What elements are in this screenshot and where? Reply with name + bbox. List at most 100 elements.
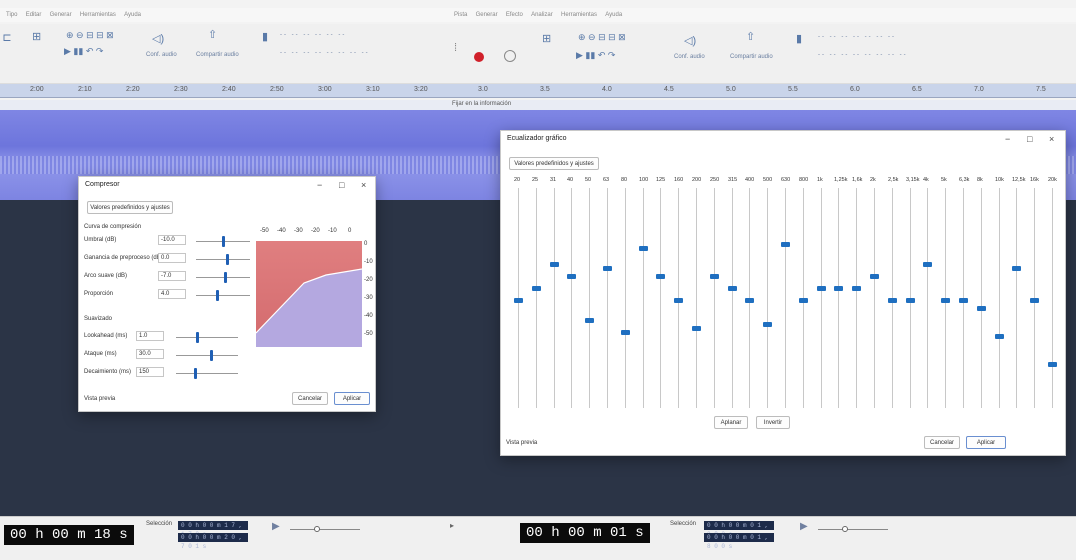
eq-band-slider[interactable] [977, 306, 986, 311]
menu-item[interactable]: Generar [50, 8, 72, 22]
eq-band-slider[interactable] [1012, 266, 1021, 271]
lookahead-input[interactable]: 1.0 [136, 331, 164, 341]
speed-slider[interactable] [290, 526, 360, 532]
eq-band-track[interactable] [838, 188, 839, 408]
eq-band-track[interactable] [660, 188, 661, 408]
zoom-icon[interactable]: ⊞ [542, 32, 551, 45]
eq-band-slider[interactable] [799, 298, 808, 303]
eq-band-track[interactable] [1016, 188, 1017, 408]
presets-button[interactable]: Valores predefinidos y ajustes [87, 201, 173, 214]
lookahead-slider[interactable] [176, 332, 238, 343]
selection-start-field[interactable]: 0 0 h 0 0 m 0 1 , 2 8 2 s [704, 521, 774, 538]
eq-band-slider[interactable] [817, 286, 826, 291]
eq-band-slider[interactable] [656, 274, 665, 279]
eq-band-slider[interactable] [995, 334, 1004, 339]
gain-slider[interactable] [196, 254, 250, 265]
play-controls-icon[interactable]: ▶ ▮▮ ↶ ↷ [576, 50, 615, 61]
attack-input[interactable]: 30.0 [136, 349, 164, 359]
release-input[interactable]: 150 [136, 367, 164, 377]
eq-band-slider[interactable] [1030, 298, 1039, 303]
eq-band-slider[interactable] [728, 286, 737, 291]
share-label[interactable]: Compartir audio [196, 52, 239, 58]
gain-input[interactable]: 0.0 [158, 253, 186, 263]
eq-band-track[interactable] [696, 188, 697, 408]
edit-tools-icon[interactable]: ⊕ ⊖ ⊟ ⊟ ⊠ [578, 32, 626, 43]
timeline-ruler[interactable]: 2:00 2:10 2:20 2:30 2:40 2:50 3:00 3:10 … [0, 84, 448, 98]
menu-item[interactable]: Pista [454, 8, 467, 22]
meter-icon[interactable]: ▮ [796, 32, 802, 45]
eq-band-slider[interactable] [834, 286, 843, 291]
share-icon[interactable]: ⇧ [746, 30, 755, 43]
presets-button[interactable]: Valores predefinidos y ajustes [509, 157, 599, 170]
knee-slider[interactable] [196, 272, 250, 283]
maximize-icon[interactable]: □ [1027, 134, 1032, 144]
loop-icon[interactable] [504, 50, 516, 62]
minimize-icon[interactable]: − [1005, 134, 1010, 144]
eq-band-slider[interactable] [941, 298, 950, 303]
timeline-ruler[interactable]: 3.0 3.5 4.0 4.5 5.0 5.5 6.0 6.5 7.0 7.5 [448, 84, 1076, 98]
menu-item[interactable]: Generar [476, 8, 498, 22]
eq-band-slider[interactable] [888, 298, 897, 303]
play-at-speed-icon[interactable]: ▶ [800, 521, 814, 535]
time-display[interactable]: 00 h 00 m 18 s [4, 525, 134, 545]
maximize-icon[interactable]: □ [339, 180, 344, 190]
eq-band-track[interactable] [571, 188, 572, 408]
eq-band-slider[interactable] [603, 266, 612, 271]
eq-band-track[interactable] [999, 188, 1000, 408]
preview-button[interactable]: Vista previa [84, 392, 124, 405]
share-icon[interactable]: ⇧ [208, 28, 217, 41]
time-display[interactable]: 00 h 00 m 01 s [520, 523, 650, 543]
eq-band-slider[interactable] [532, 286, 541, 291]
selection-start-field[interactable]: 0 0 h 0 0 m 1 7 , 1 7 2 s [178, 521, 248, 538]
eq-band-slider[interactable] [870, 274, 879, 279]
eq-band-track[interactable] [732, 188, 733, 408]
edit-tools-icon[interactable]: ⊕ ⊖ ⊟ ⊟ ⊠ [66, 30, 114, 41]
eq-band-track[interactable] [981, 188, 982, 408]
apply-button[interactable]: Aplicar [334, 392, 370, 405]
eq-band-slider[interactable] [763, 322, 772, 327]
eq-band-slider[interactable] [781, 242, 790, 247]
threshold-slider[interactable] [196, 236, 250, 247]
knee-input[interactable]: -7.0 [158, 271, 186, 281]
volume-icon[interactable]: ◁) [684, 34, 696, 47]
menu-item[interactable]: Herramientas [561, 8, 597, 22]
record-icon[interactable] [474, 52, 484, 62]
apply-button[interactable]: Aplicar [966, 436, 1006, 449]
clip-header[interactable] [0, 100, 448, 110]
threshold-input[interactable]: -10.0 [158, 235, 186, 245]
share-label[interactable]: Compartir audio [730, 54, 773, 60]
eq-band-slider[interactable] [906, 298, 915, 303]
eq-band-slider[interactable] [959, 298, 968, 303]
eq-band-slider[interactable] [514, 298, 523, 303]
eq-band-track[interactable] [714, 188, 715, 408]
audio-setup-label[interactable]: Conf. audio [146, 52, 177, 58]
eq-band-track[interactable] [856, 188, 857, 408]
eq-band-slider[interactable] [710, 274, 719, 279]
meter-icon[interactable]: ▮ [262, 30, 268, 43]
selection-end-field[interactable]: 0 0 h 0 0 m 0 1 , 8 0 0 s [704, 533, 774, 550]
preview-button[interactable]: Vista previa [506, 436, 546, 449]
eq-band-slider[interactable] [1048, 362, 1057, 367]
eq-band-slider[interactable] [923, 262, 932, 267]
ratio-slider[interactable] [196, 290, 250, 301]
eq-band-slider[interactable] [639, 246, 648, 251]
eq-band-track[interactable] [643, 188, 644, 408]
ratio-input[interactable]: 4.0 [158, 289, 186, 299]
menu-item[interactable]: Efecto [506, 8, 523, 22]
eq-band-slider[interactable] [550, 262, 559, 267]
flatten-button[interactable]: Aplanar [714, 416, 748, 429]
invert-button[interactable]: Invertir [756, 416, 790, 429]
audio-setup-label[interactable]: Conf. audio [674, 54, 705, 60]
eq-band-track[interactable] [536, 188, 537, 408]
eq-band-slider[interactable] [745, 298, 754, 303]
eq-band-track[interactable] [1052, 188, 1053, 408]
attack-slider[interactable] [176, 350, 238, 361]
clip-header[interactable]: Fijar en la información [448, 100, 1076, 110]
menu-item[interactable]: Ayuda [605, 8, 622, 22]
menu-item[interactable]: Editar [26, 8, 42, 22]
eq-band-slider[interactable] [852, 286, 861, 291]
menu-item[interactable]: Tipo [6, 8, 17, 22]
minimize-icon[interactable]: − [317, 180, 322, 190]
menu-item[interactable]: Ayuda [124, 8, 141, 22]
eq-band-track[interactable] [767, 188, 768, 408]
